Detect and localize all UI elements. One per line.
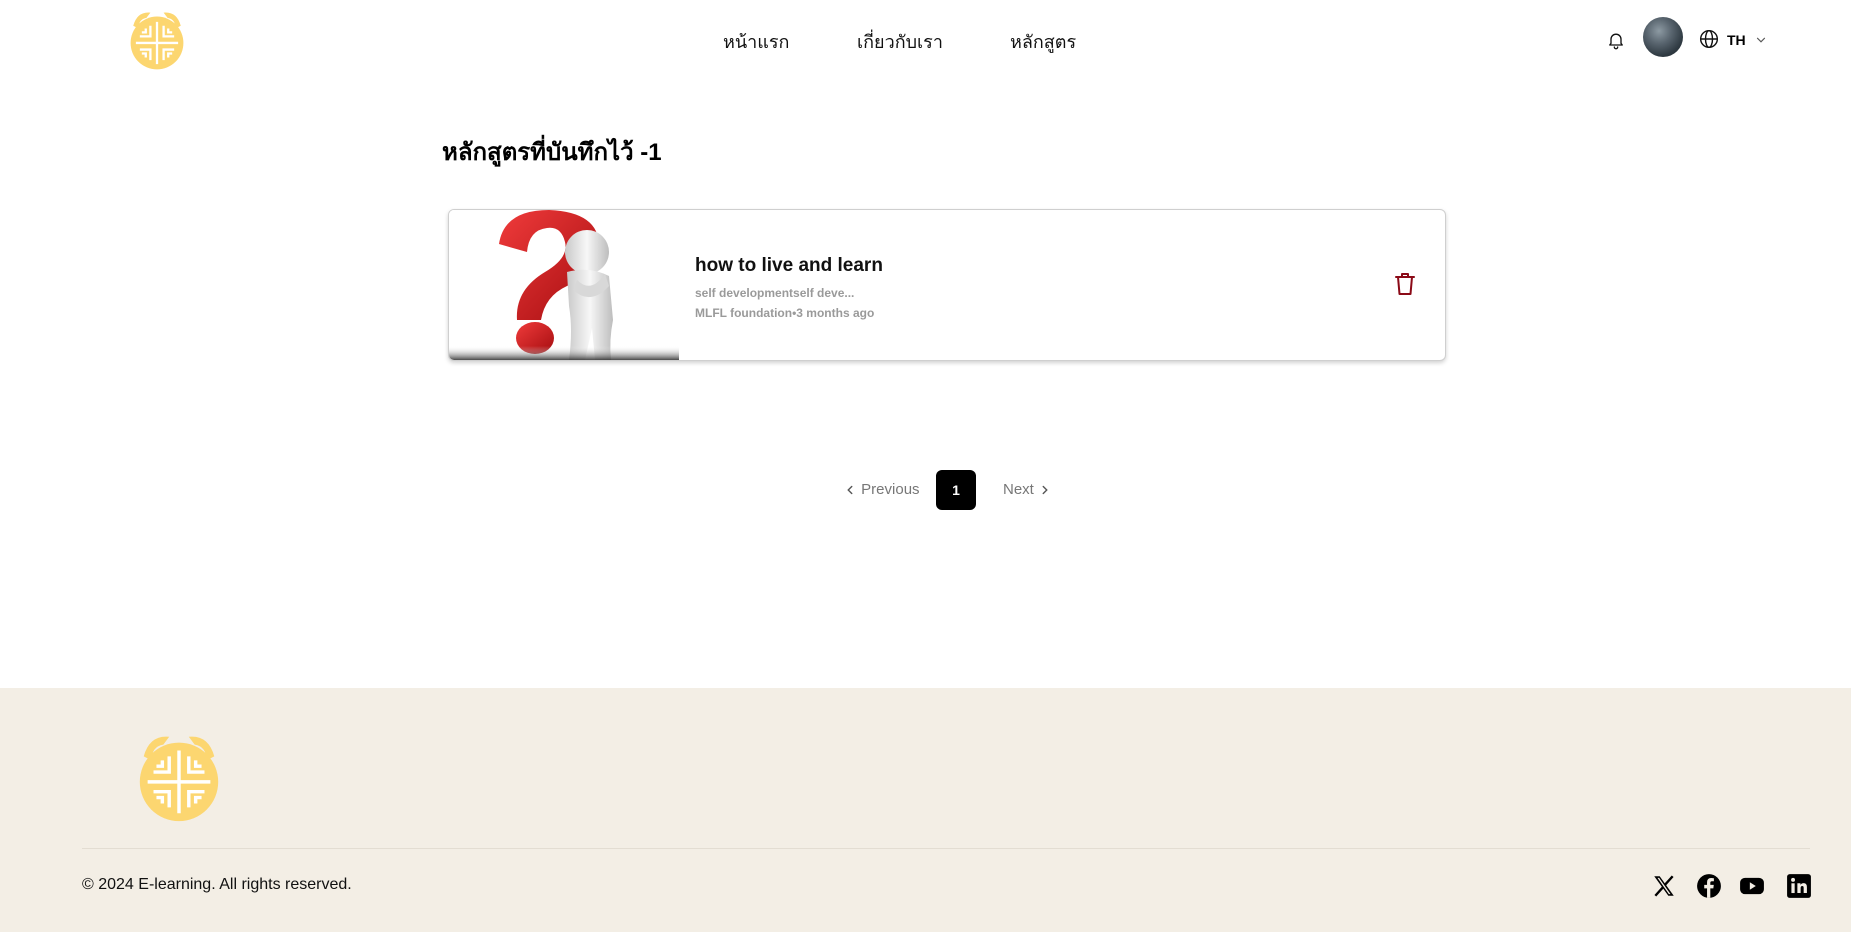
pagination-next-label: Next xyxy=(1003,481,1034,498)
nav-home[interactable]: หน้าแรก xyxy=(723,28,789,56)
pagination-page-current[interactable]: 1 xyxy=(936,470,976,510)
bell-icon[interactable] xyxy=(1606,29,1626,51)
footer-logo xyxy=(139,736,219,822)
course-description: self developmentself deve... xyxy=(695,286,855,300)
pagination-previous[interactable]: Previous xyxy=(843,479,920,501)
main-nav: หน้าแรก เกี่ยวกับเรา หลักสูตร xyxy=(0,28,1851,56)
course-card[interactable]: how to live and learn self developmentse… xyxy=(448,209,1446,361)
course-thumbnail[interactable] xyxy=(449,210,679,360)
copyright-text: © 2024 E-learning. All rights reserved. xyxy=(82,876,352,893)
chevron-left-icon xyxy=(847,485,853,495)
chevron-down-icon[interactable] xyxy=(1754,33,1768,47)
pagination-next[interactable]: Next xyxy=(1003,479,1052,501)
trash-icon[interactable] xyxy=(1393,271,1417,297)
header: หน้าแรก เกี่ยวกับเรา หลักสูตร TH xyxy=(0,0,1851,82)
avatar[interactable] xyxy=(1643,17,1683,57)
page-title: หลักสูตรที่บันทึกไว้ -1 xyxy=(442,139,662,166)
language-selector[interactable]: TH xyxy=(1727,31,1746,49)
globe-icon[interactable] xyxy=(1699,29,1719,49)
youtube-icon[interactable] xyxy=(1739,873,1765,899)
nav-courses[interactable]: หลักสูตร xyxy=(1010,28,1076,56)
course-meta: MLFL foundation•3 months ago xyxy=(695,306,875,320)
course-title[interactable]: how to live and learn xyxy=(695,254,883,278)
pagination-previous-label: Previous xyxy=(861,481,920,498)
x-icon[interactable] xyxy=(1651,873,1677,899)
linkedin-icon[interactable] xyxy=(1786,873,1812,899)
footer xyxy=(0,688,1851,932)
chevron-right-icon xyxy=(1042,485,1048,495)
nav-about[interactable]: เกี่ยวกับเรา xyxy=(857,28,943,56)
footer-divider xyxy=(82,848,1810,849)
facebook-icon[interactable] xyxy=(1696,873,1722,899)
